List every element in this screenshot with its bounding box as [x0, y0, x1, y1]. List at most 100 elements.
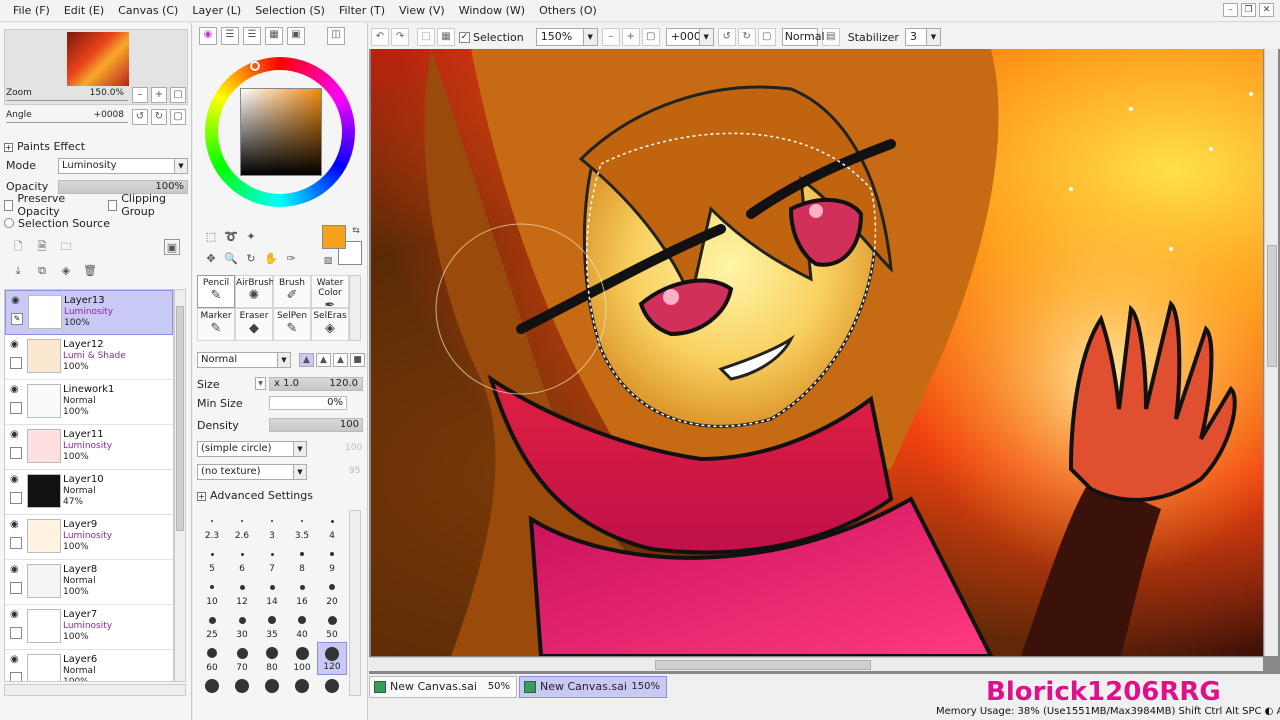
lock-checkbox[interactable] [10, 402, 22, 414]
tool-pencil[interactable]: Pencil ✎ [197, 275, 235, 308]
tool-eraser[interactable]: Eraser ◆ [235, 308, 273, 341]
zoom-slider[interactable] [6, 100, 128, 101]
clear-layer-icon[interactable]: ◈ [58, 263, 74, 279]
toolbar-zoom-in-icon[interactable]: + [621, 28, 640, 46]
brush-shape-dropdown[interactable]: (simple circle) ▼ [197, 441, 307, 457]
angle-dropdown[interactable]: +000° ▼ [665, 28, 714, 46]
zoom-in-icon[interactable]: + [151, 87, 167, 103]
hand-tool-icon[interactable]: ✋ [263, 251, 279, 267]
menu-view[interactable]: View (V) [392, 0, 452, 22]
menu-selection[interactable]: Selection (S) [248, 0, 332, 22]
layer-row[interactable]: ◉ Layer11 Luminosity 100% [5, 425, 173, 470]
brush-size-cell[interactable]: 9 [317, 543, 347, 576]
saturation-value-box[interactable] [240, 88, 322, 176]
brush-size-cell[interactable]: 16 [287, 576, 317, 609]
lock-checkbox[interactable] [10, 537, 22, 549]
scroll-thumb[interactable] [655, 660, 871, 670]
toolbar-rotate-right-icon[interactable]: ↻ [737, 28, 756, 46]
menu-filter[interactable]: Filter (T) [332, 0, 392, 22]
brush-size-cell[interactable]: 150 [197, 675, 227, 696]
layer-list-hscrollbar[interactable] [4, 684, 186, 696]
zoom-out-icon[interactable]: – [132, 87, 148, 103]
clipping-group-checkbox[interactable] [107, 199, 118, 211]
restore-button[interactable]: ❐ [1241, 3, 1256, 17]
brush-size-cell[interactable]: 12 [227, 576, 257, 609]
pen-icon[interactable]: ✎ [11, 313, 23, 325]
size-multiplier-dropdown[interactable]: ▼ [255, 377, 266, 390]
brush-size-cell[interactable]: 300 [287, 675, 317, 696]
brush-size-cell[interactable]: 6 [227, 543, 257, 576]
canvas-vertical-scrollbar[interactable] [1264, 49, 1278, 656]
shape-soft-icon[interactable]: ▲ [299, 353, 314, 367]
swap-colors-icon[interactable]: ⇆ [348, 223, 364, 239]
tool-seleras[interactable]: SelEras ◈ [311, 308, 349, 341]
opacity-slider[interactable]: 100% [58, 180, 188, 194]
lock-checkbox[interactable] [10, 492, 22, 504]
tool-water-color[interactable]: Water Color ✒ [311, 275, 349, 313]
menu-layer[interactable]: Layer (L) [185, 0, 248, 22]
move-icon[interactable]: ✥ [203, 251, 219, 267]
selection-checkbox[interactable]: ✓ [459, 31, 470, 43]
rotate-reset-icon[interactable]: ▢ [170, 109, 186, 125]
layer-row[interactable]: ◉ Layer7 Luminosity 100% [5, 605, 173, 650]
brush-size-cell[interactable]: 5 [197, 543, 227, 576]
view-mode-dropdown[interactable]: Normal [781, 28, 825, 46]
tool-brush[interactable]: Brush ✐ [273, 275, 311, 308]
brush-size-cell[interactable]: 25 [197, 609, 227, 642]
drawing-canvas[interactable] [371, 49, 1263, 656]
density-slider[interactable]: 100 [269, 418, 363, 432]
eye-icon[interactable]: ◉ [10, 610, 22, 620]
brush-size-cell[interactable]: 10 [197, 576, 227, 609]
stabilizer-dropdown[interactable]: 3 ▼ [904, 28, 941, 46]
lock-checkbox[interactable] [10, 582, 22, 594]
zoom-row[interactable]: Zoom 150.0% [4, 87, 128, 101]
zoom-tool-icon[interactable]: 🔍 [223, 251, 239, 267]
scroll-thumb[interactable] [176, 306, 184, 531]
tool-selpen[interactable]: SelPen ✎ [273, 308, 311, 341]
transfer-down-icon[interactable]: ⤓ [10, 263, 26, 279]
layer-mask-icon[interactable]: ▣ [164, 239, 180, 255]
min-size-slider[interactable]: 0% [269, 396, 347, 410]
panel-menu-icon[interactable]: ◫ [327, 27, 345, 45]
new-linework-layer-icon[interactable]: 🗎 [34, 239, 50, 255]
layer-row[interactable]: ◉ Layer12 Lumi & Shade 100% [5, 335, 173, 380]
menu-file[interactable]: File (F) [6, 0, 57, 22]
marquee-icon[interactable]: ⬚ [203, 229, 219, 245]
swatches-tab-icon[interactable]: ▦ [265, 27, 283, 45]
layer-row[interactable]: ◉ Layer6 Normal 100% [5, 650, 173, 681]
angle-slider[interactable] [6, 122, 128, 123]
menu-others[interactable]: Others (O) [532, 0, 604, 22]
shape-medium-icon[interactable]: ▲ [316, 353, 331, 367]
new-layer-icon[interactable]: 🗋 [10, 239, 26, 255]
brush-size-cell[interactable]: 50 [317, 609, 347, 642]
eye-icon[interactable]: ◉ [10, 340, 22, 350]
blend-mode-dropdown[interactable]: Normal ▼ [197, 352, 291, 368]
eye-icon[interactable]: ◉ [10, 475, 22, 485]
brush-size-cell[interactable]: 40 [287, 609, 317, 642]
document-tab[interactable]: New Canvas.sai 50% [369, 676, 517, 698]
preserve-opacity-checkbox[interactable] [4, 199, 14, 211]
primary-color-swatch[interactable] [322, 225, 346, 249]
brush-size-cell[interactable]: 2.3 [197, 510, 227, 543]
scratchpad-tab-icon[interactable]: ▣ [287, 27, 305, 45]
brush-size-cell[interactable]: 120 [317, 642, 347, 675]
menu-window[interactable]: Window (W) [452, 0, 532, 22]
layer-row[interactable]: ◉ Linework1 Normal 100% [5, 380, 173, 425]
zoom-dropdown[interactable]: 150% ▼ [535, 28, 598, 46]
brush-size-cell[interactable]: 14 [257, 576, 287, 609]
toolbar-rotate-left-icon[interactable]: ↺ [717, 28, 736, 46]
eye-icon[interactable]: ◉ [10, 655, 22, 665]
brush-size-cell[interactable]: 4 [317, 510, 347, 543]
shape-flat-icon[interactable]: ■ [350, 353, 365, 367]
layer-row[interactable]: ◉ Layer10 Normal 47% [5, 470, 173, 515]
brush-size-cell[interactable]: 70 [227, 642, 257, 675]
eye-icon[interactable]: ◉ [10, 565, 22, 575]
menu-canvas[interactable]: Canvas (C) [111, 0, 185, 22]
brush-size-cell[interactable]: 20 [317, 576, 347, 609]
tools-scrollbar[interactable] [349, 275, 361, 341]
rotate-tool-icon[interactable]: ↻ [243, 251, 259, 267]
layer-row[interactable]: ◉ Layer9 Luminosity 100% [5, 515, 173, 560]
canvas-horizontal-scrollbar[interactable] [369, 657, 1263, 671]
layer-list-scrollbar[interactable] [174, 289, 186, 682]
hsv-slider-tab-icon[interactable]: ☰ [243, 27, 261, 45]
